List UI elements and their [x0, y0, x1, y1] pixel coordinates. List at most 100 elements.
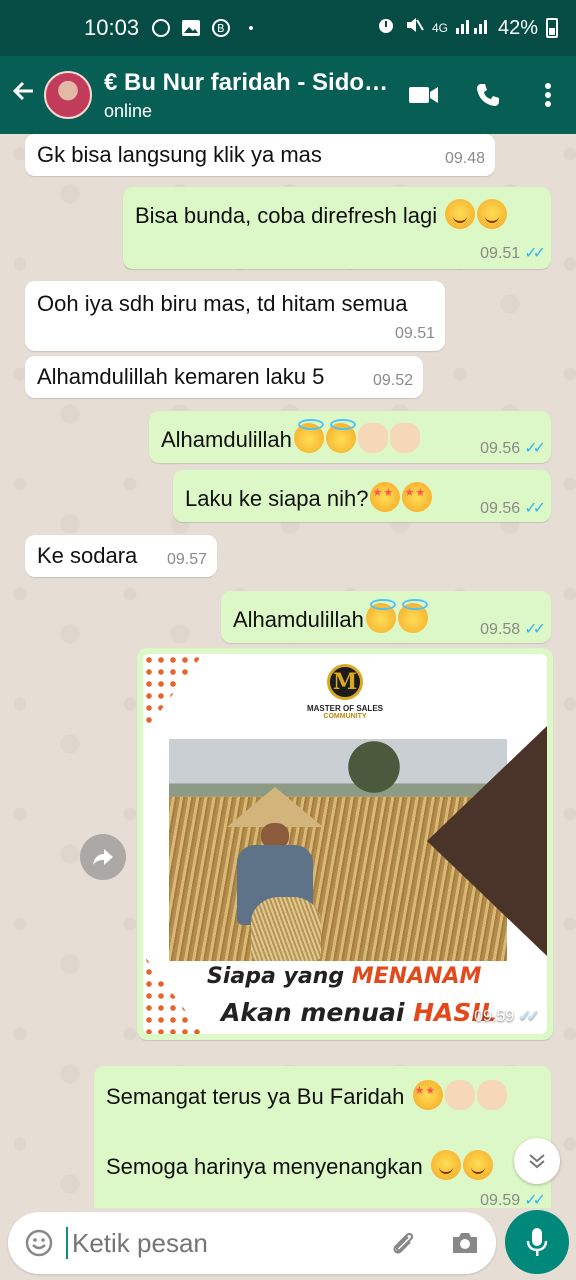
- avatar[interactable]: [44, 71, 92, 119]
- open-hands-emoji-icon: [389, 423, 420, 453]
- message-text: Alhamdulillah: [233, 599, 428, 633]
- camera-button[interactable]: [450, 1228, 480, 1258]
- video-call-button[interactable]: [392, 85, 456, 105]
- whatsapp-notification-icon: [149, 17, 173, 39]
- message-time: 09.52: [372, 372, 413, 389]
- read-ticks-icon: ✓✓: [524, 500, 546, 517]
- message-bubble[interactable]: Gk bisa langsung klik ya mas 09.48: [25, 134, 495, 176]
- paperclip-icon: [393, 1232, 414, 1254]
- message-bubble[interactable]: Laku ke siapa nih? 09.56✓✓: [173, 470, 551, 522]
- message-time: 09.56 ✓✓: [480, 440, 546, 457]
- read-ticks-icon: ✓✓: [524, 621, 546, 638]
- halo-emoji-icon: [365, 599, 396, 633]
- signal-icon: [455, 16, 490, 40]
- poster-line-2: Akan menuai HASIL: [221, 998, 497, 1027]
- smile-emoji-icon: [430, 1150, 461, 1180]
- battery-icon: [546, 18, 558, 38]
- image-message[interactable]: M MASTER OF SALES COMMUNITY Siapa yang M…: [137, 648, 553, 1040]
- camera-icon: [453, 1233, 477, 1253]
- status-time: 10:03: [84, 15, 140, 40]
- contact-status: online: [104, 100, 153, 121]
- poster-line-1: Siapa yang MENANAM: [207, 964, 482, 989]
- chat-area[interactable]: Gk bisa langsung klik ya mas 09.48 Bisa …: [0, 134, 576, 1208]
- read-ticks-icon: ✓✓: [524, 245, 546, 262]
- message-time: 09.59 ✓✓: [480, 1192, 546, 1208]
- mute-icon: [404, 15, 424, 41]
- compose-bar: [0, 1208, 576, 1280]
- decorative-dots: [143, 954, 203, 1034]
- message-time: 09.59 ✓✓: [474, 1008, 540, 1025]
- read-ticks-icon: ✓✓: [518, 1008, 540, 1025]
- message-text: Laku ke siapa nih?: [185, 482, 433, 512]
- compose-field[interactable]: [8, 1212, 496, 1274]
- contact-name: € Bu Nur faridah - Sidoarjo: [104, 68, 392, 96]
- star-struck-emoji-icon: [370, 482, 401, 512]
- message-time: 09.58 ✓✓: [480, 621, 546, 638]
- message-text: Ke sodara: [37, 543, 138, 568]
- raised-fist-emoji-icon: [444, 1080, 475, 1110]
- status-right: 4G 42%: [376, 15, 558, 41]
- message-input[interactable]: [66, 1227, 366, 1259]
- halo-emoji-icon: [397, 599, 428, 633]
- arrow-left-icon: [12, 81, 33, 101]
- message-text-line: Semangat terus ya Bu Faridah: [106, 1080, 507, 1110]
- message-time: 09.51 ✓✓: [480, 245, 546, 262]
- message-bubble[interactable]: Ke sodara 09.57: [25, 535, 217, 577]
- double-chevron-down-icon: [529, 1154, 545, 1169]
- status-bar: 10:03 B • 4G 42%: [0, 0, 576, 56]
- microphone-icon: [526, 1228, 548, 1256]
- forward-button[interactable]: [80, 834, 126, 880]
- smile-emoji-icon: [445, 199, 476, 229]
- message-text: Bisa bunda, coba direfresh lagi: [135, 199, 508, 229]
- message-time: 09.51: [394, 325, 435, 342]
- smile-emoji-icon: [477, 199, 508, 229]
- battery-level: 42%: [497, 16, 538, 39]
- message-time: 09.48: [444, 150, 485, 167]
- message-bubble[interactable]: Alhamdulillah 09.56 ✓✓: [149, 411, 551, 463]
- poster-image[interactable]: M MASTER OF SALES COMMUNITY Siapa yang M…: [143, 654, 547, 1034]
- network-type: 4G: [431, 21, 448, 35]
- raised-fist-emoji-icon: [476, 1080, 507, 1110]
- more-notifications-dot-icon: •: [248, 19, 254, 37]
- video-camera-icon: [409, 87, 438, 103]
- star-struck-emoji-icon: [402, 482, 433, 512]
- decorative-dots: [143, 654, 203, 734]
- logo-subtext: COMMUNITY: [323, 713, 367, 720]
- message-text: Alhamdulillah kemaren laku 5: [37, 364, 325, 389]
- message-bubble[interactable]: Ooh iya sdh biru mas, td hitam semua 09.…: [25, 281, 445, 351]
- emoji-button[interactable]: [24, 1228, 54, 1258]
- smile-emoji-icon: [462, 1150, 493, 1180]
- read-ticks-icon: ✓✓: [524, 440, 546, 457]
- back-button[interactable]: [4, 78, 44, 112]
- contact-info[interactable]: € Bu Nur faridah - Sidoarjo online: [104, 69, 392, 122]
- more-options-button[interactable]: [520, 82, 576, 108]
- logo-mark: M: [327, 664, 363, 700]
- emoji-icon: [25, 1229, 53, 1257]
- kebab-menu-icon: [545, 83, 551, 107]
- alarm-icon: [376, 15, 396, 41]
- message-bubble[interactable]: Alhamdulillah kemaren laku 5 09.52: [25, 356, 423, 398]
- read-ticks-icon: ✓✓: [524, 1192, 546, 1208]
- voice-call-button[interactable]: [456, 82, 520, 108]
- logo-text: MASTER OF SALES: [306, 704, 383, 713]
- message-bubble[interactable]: Semangat terus ya Bu Faridah Semoga hari…: [94, 1066, 551, 1208]
- phone-icon: [477, 84, 499, 106]
- message-text: Alhamdulillah: [161, 419, 420, 453]
- gallery-notification-icon: [179, 17, 203, 39]
- message-text: Gk bisa langsung klik ya mas: [37, 142, 322, 167]
- halo-emoji-icon: [293, 419, 324, 453]
- scroll-to-bottom-button[interactable]: [514, 1138, 560, 1184]
- message-bubble[interactable]: Bisa bunda, coba direfresh lagi 09.51 ✓✓: [123, 187, 551, 269]
- message-bubble[interactable]: Alhamdulillah 09.58 ✓✓: [221, 591, 551, 643]
- svg-text:B: B: [217, 22, 225, 35]
- message-text: Ooh iya sdh biru mas, td hitam semua: [37, 291, 408, 316]
- voice-message-button[interactable]: [505, 1210, 569, 1274]
- message-time: 09.57: [166, 551, 207, 568]
- message-time: 09.56 ✓✓: [480, 500, 546, 517]
- forward-arrow-icon: [93, 849, 113, 865]
- star-struck-emoji-icon: [412, 1080, 443, 1110]
- chat-header: € Bu Nur faridah - Sidoarjo online: [0, 56, 576, 134]
- bbm-notification-icon: B: [209, 17, 233, 39]
- attach-button[interactable]: [388, 1228, 418, 1258]
- message-text-line: Semoga harinya menyenangkan: [106, 1150, 493, 1180]
